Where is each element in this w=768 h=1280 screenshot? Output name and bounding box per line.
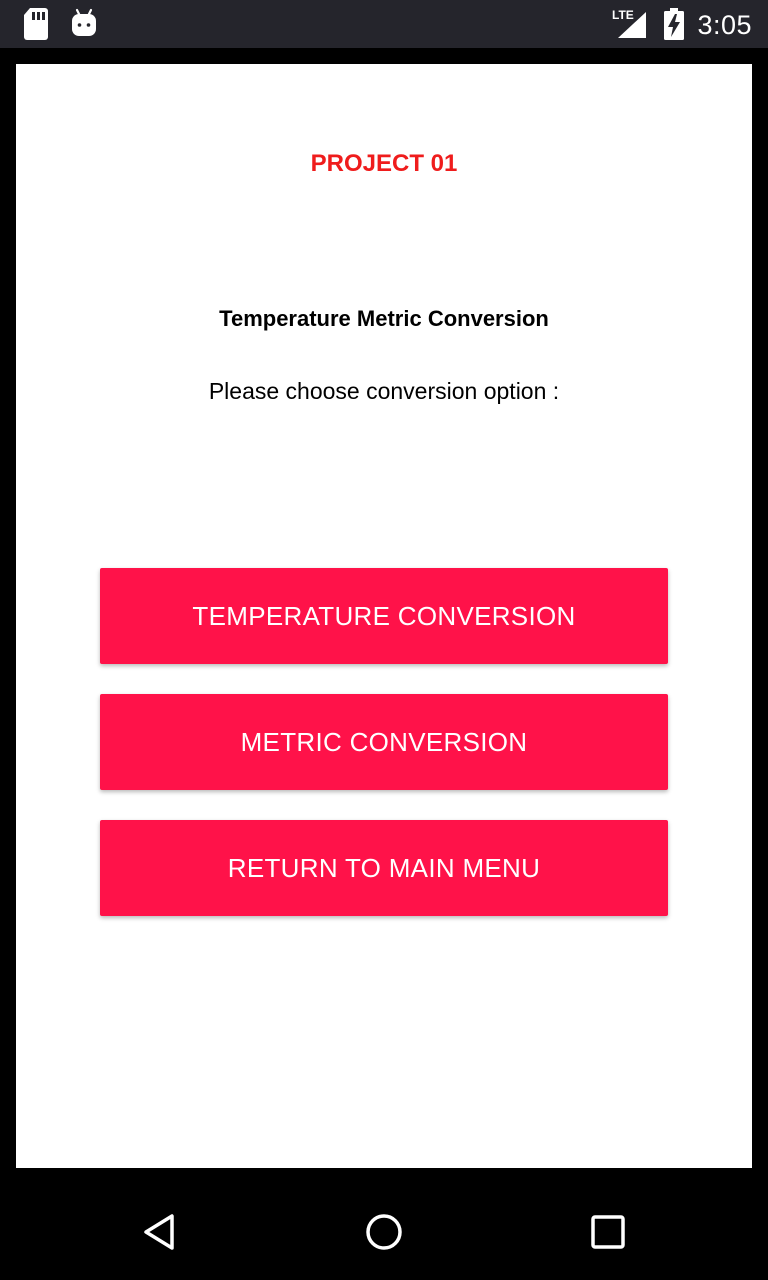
recents-icon[interactable]: [588, 1212, 628, 1257]
status-bar: LTE 3:05: [0, 0, 768, 48]
battery-charging-icon: [664, 8, 684, 45]
temperature-conversion-button[interactable]: TEMPERATURE CONVERSION: [100, 568, 668, 664]
android-debug-icon: [72, 8, 96, 43]
page-title: Temperature Metric Conversion: [219, 306, 549, 331]
instruction-text: Please choose conversion option :: [208, 378, 560, 404]
lte-signal-icon: LTE: [612, 8, 648, 40]
return-to-main-menu-button[interactable]: RETURN TO MAIN MENU: [100, 820, 668, 916]
home-icon[interactable]: [364, 1212, 404, 1257]
navigation-bar: [0, 1184, 768, 1280]
metric-conversion-button[interactable]: METRIC CONVERSION: [100, 694, 668, 790]
clock: 3:05: [697, 10, 752, 40]
back-icon[interactable]: [140, 1212, 180, 1257]
project-title: PROJECT 01: [310, 150, 458, 177]
sd-card-icon: [24, 8, 48, 45]
